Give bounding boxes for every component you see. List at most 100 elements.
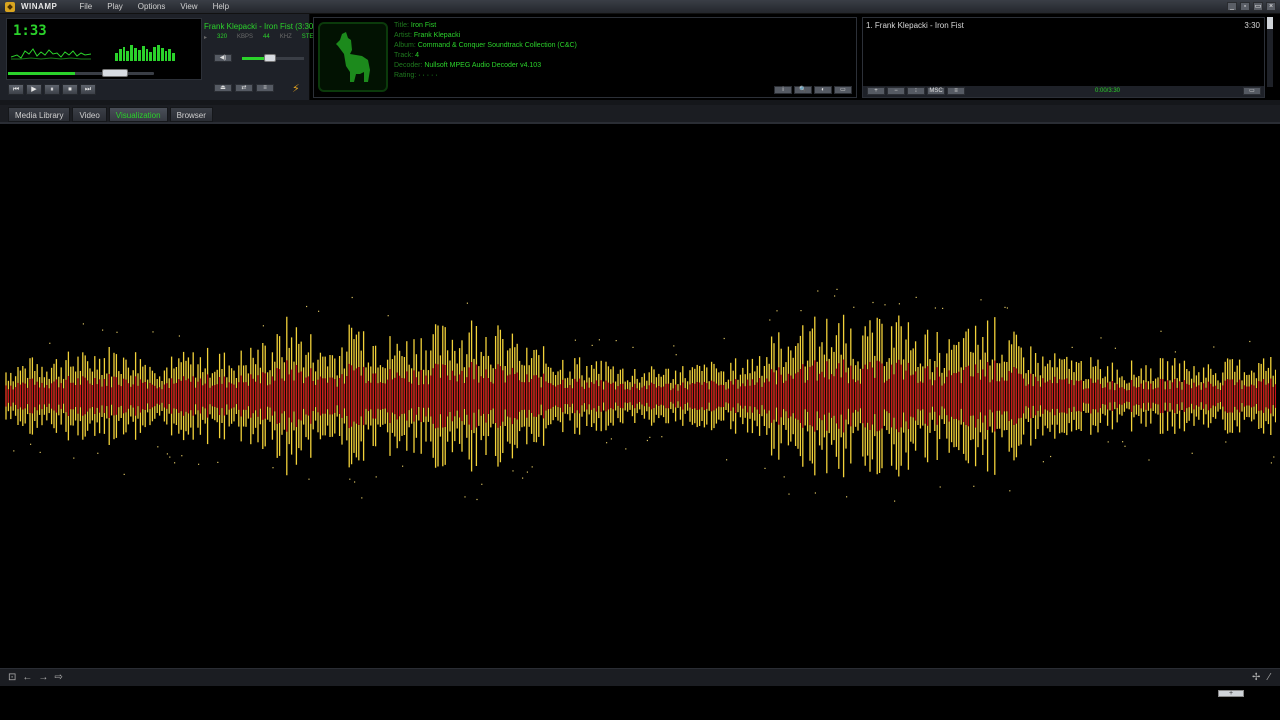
next-button[interactable]: ⏭ [80, 84, 96, 95]
extra-controls: ⏏ ⇄ ≡ [214, 84, 274, 92]
mute-button[interactable]: ◀) [214, 54, 232, 62]
mini-spectrum-bar [160, 48, 164, 61]
status-expand-button[interactable]: + [1218, 690, 1244, 697]
winamp-logo-icon[interactable] [5, 1, 15, 12]
mini-spectrum-bar [134, 48, 137, 61]
wave-particle [939, 486, 941, 488]
album-art[interactable] [318, 22, 388, 92]
wave-particle [522, 477, 524, 479]
track-scroll-title[interactable]: Frank Klepacki - Iron Fist (3:30) [204, 22, 316, 31]
meta-row-rating: Rating: · · · · · [394, 72, 438, 79]
playlist-item-duration: 3:30 [1244, 21, 1260, 30]
transport-controls: ⏮ ▶ ⏸ ⏹ ⏭ [8, 84, 96, 95]
menu-help[interactable]: Help [213, 2, 229, 11]
seek-fill [8, 72, 76, 75]
maximize-button[interactable]: ▭ [1253, 2, 1263, 11]
shuffle-button[interactable]: ⇄ [235, 84, 253, 92]
close-button[interactable]: × [1266, 2, 1276, 11]
toggle-panel-button[interactable]: ▭ [834, 86, 852, 94]
pin-icon[interactable]: ✢ [1252, 672, 1260, 683]
rating-stars[interactable]: · · · · · [418, 72, 437, 79]
wave-particle [464, 496, 466, 498]
playlist-buttons: + − ⁝ MSC ≡ [867, 87, 965, 95]
window-controls: _ ▫ ▭ × [1227, 2, 1276, 11]
volume-handle[interactable] [263, 54, 276, 62]
tools-icon[interactable]: ⁄ [1268, 672, 1270, 683]
wave-particle [375, 476, 377, 478]
wave-particle [198, 463, 200, 465]
wave-particle [610, 438, 612, 440]
info-buttons: i 🔍 ◐ ▭ [774, 86, 852, 94]
wave-particle [1071, 346, 1073, 348]
wave-particle [980, 299, 982, 301]
wave-particle [73, 457, 75, 459]
playlist-item-label: 1. Frank Klepacki - Iron Fist [866, 21, 964, 30]
playlist-scrollbar[interactable] [1267, 17, 1273, 87]
wave-particle [814, 492, 816, 494]
wave-particle [166, 453, 168, 455]
menu-file[interactable]: File [79, 2, 92, 11]
mini-spectrum-bar [122, 47, 126, 61]
tab-visualization[interactable]: Visualization [108, 107, 168, 122]
playlist-item[interactable]: 1. Frank Klepacki - Iron Fist 3:30 [866, 21, 1260, 30]
add-button[interactable]: + [867, 87, 885, 95]
stop-button[interactable]: ⏹ [62, 84, 78, 95]
menu-play[interactable]: Play [107, 2, 123, 11]
pause-button[interactable]: ⏸ [44, 84, 60, 95]
meta-row-track: Track: 4 [394, 52, 420, 59]
file-info-button[interactable]: i [774, 86, 792, 94]
mini-spectrum-bar [145, 49, 149, 61]
wave-particle [178, 335, 180, 337]
monitor-icon[interactable]: ⊡ [8, 672, 16, 683]
tab-browser[interactable]: Browser [169, 107, 213, 122]
wave-particle [512, 470, 514, 472]
wave-particle [646, 439, 648, 442]
remove-button[interactable]: − [887, 87, 905, 95]
visualization-area[interactable] [4, 124, 1276, 668]
playlist-menu-button[interactable]: ▭ [1243, 87, 1261, 95]
time-display[interactable]: 1:33 [13, 23, 47, 39]
shade-button[interactable]: ▫ [1240, 2, 1250, 11]
wave-particle [898, 303, 900, 305]
repeat-button[interactable]: ≡ [256, 84, 274, 92]
forward-icon[interactable]: → [38, 672, 48, 683]
wave-particle [466, 302, 468, 304]
previous-button[interactable]: ⏮ [8, 84, 24, 95]
wave-particle [591, 344, 593, 346]
wave-particle [13, 450, 15, 452]
seek-bar[interactable] [8, 69, 154, 77]
scrollbar-thumb[interactable] [1267, 17, 1273, 29]
play-button[interactable]: ▶ [26, 84, 42, 95]
wave-particle [272, 467, 274, 469]
wave-particle [1225, 441, 1227, 443]
wave-particle [116, 331, 118, 333]
volume-slider[interactable] [242, 54, 304, 62]
back-icon[interactable]: ← [22, 672, 32, 683]
wave-particle [783, 476, 785, 478]
wave-particle [764, 467, 766, 469]
wave-particle [102, 329, 104, 331]
list-button[interactable]: ≡ [947, 87, 965, 95]
wave-particle [39, 451, 41, 453]
search-button[interactable]: 🔍 [794, 86, 812, 94]
misc-button[interactable]: MSC [927, 87, 945, 95]
menu-view[interactable]: View [180, 2, 197, 11]
lightning-icon[interactable]: ⚡ [292, 82, 300, 95]
select-button[interactable]: ⁝ [907, 87, 925, 95]
seek-handle[interactable] [102, 69, 129, 77]
eject-button[interactable]: ⏏ [214, 84, 232, 92]
tab-media-library[interactable]: Media Library [8, 107, 71, 122]
minimize-button[interactable]: _ [1227, 2, 1237, 11]
wave-particle [97, 452, 99, 454]
cd-button[interactable]: ◐ [814, 86, 832, 94]
wave-particle [1114, 347, 1116, 349]
wave-particle [152, 331, 154, 333]
wave-particle [817, 290, 819, 292]
tab-video[interactable]: Video [72, 107, 107, 122]
meta-row-title: Title: Iron Fist [394, 22, 437, 29]
bottom-left-controls: ⊡ ← → ⇨ [8, 672, 63, 683]
menu-icon[interactable]: ⇨ [54, 672, 62, 683]
menu-options[interactable]: Options [138, 2, 166, 11]
wave-particle [872, 301, 874, 304]
wave-particle [769, 319, 771, 321]
